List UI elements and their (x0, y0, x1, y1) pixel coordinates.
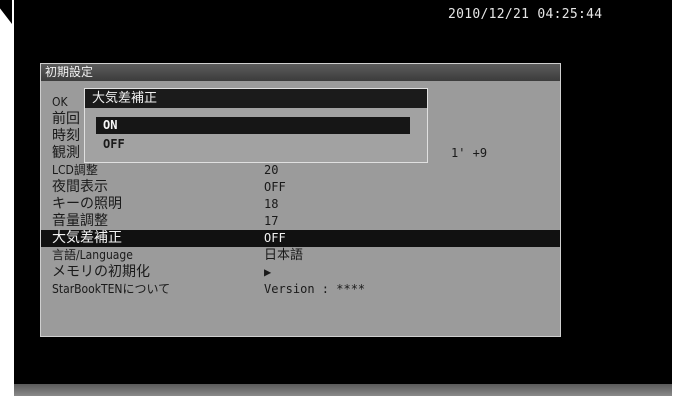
settings-row-about[interactable]: StarBookTENについて Version : **** (41, 281, 560, 298)
settings-row-label: LCD調整 (52, 163, 98, 177)
settings-row-label: StarBookTENについて (52, 282, 171, 296)
settings-row-value: 1' +9 (451, 146, 488, 160)
bottom-bar (14, 384, 672, 396)
settings-row-refraction[interactable]: 大気差補正 OFF (41, 230, 560, 247)
popup-option-on[interactable]: ON (96, 117, 410, 134)
settings-row-night-mode[interactable]: 夜間表示 OFF (41, 179, 560, 196)
corner-mark (0, 0, 12, 24)
settings-row-label: メモリの初期化 (52, 264, 150, 280)
settings-row-label: 音量調整 (52, 213, 108, 229)
popup-option-off[interactable]: OFF (96, 136, 410, 153)
popup-title: 大気差補正 (85, 89, 427, 108)
settings-row-value: Version : **** (264, 282, 366, 296)
refraction-popup: 大気差補正 ON OFF (84, 88, 428, 163)
settings-row-volume[interactable]: 音量調整 17 (41, 213, 560, 230)
settings-row-label: 夜間表示 (52, 179, 108, 195)
settings-row-label: 大気差補正 (52, 230, 122, 246)
settings-row-key-light[interactable]: キーの照明 18 (41, 196, 560, 213)
settings-row-value: OFF (264, 180, 286, 194)
settings-row-label: キーの照明 (52, 196, 122, 212)
arrow-right-icon: ▶ (264, 265, 272, 279)
settings-row-memory-init[interactable]: メモリの初期化 ▶ (41, 264, 560, 281)
settings-panel-title: 初期設定 (41, 64, 560, 81)
settings-row-value: 20 (264, 163, 279, 177)
settings-row-label: 前回 (52, 111, 80, 127)
settings-row-language[interactable]: 言語/Language 日本語 (41, 247, 560, 264)
settings-row-value: 18 (264, 197, 279, 211)
settings-row-label: 言語/Language (52, 248, 133, 262)
settings-row-value: OFF (264, 231, 286, 245)
settings-row-value: 日本語 (264, 248, 304, 263)
settings-row-label: 時刻 (52, 128, 80, 144)
settings-row-lcd[interactable]: LCD調整 20 (41, 162, 560, 179)
settings-row-label: 観測 (52, 145, 80, 161)
datetime-display: 2010/12/21 04:25:44 (448, 7, 603, 22)
settings-row-label: OK (52, 95, 68, 109)
device-screen: 2010/12/21 04:25:44 初期設定 OK 前回 時刻 観測 1' … (14, 0, 672, 396)
settings-row-value: 17 (264, 214, 279, 228)
